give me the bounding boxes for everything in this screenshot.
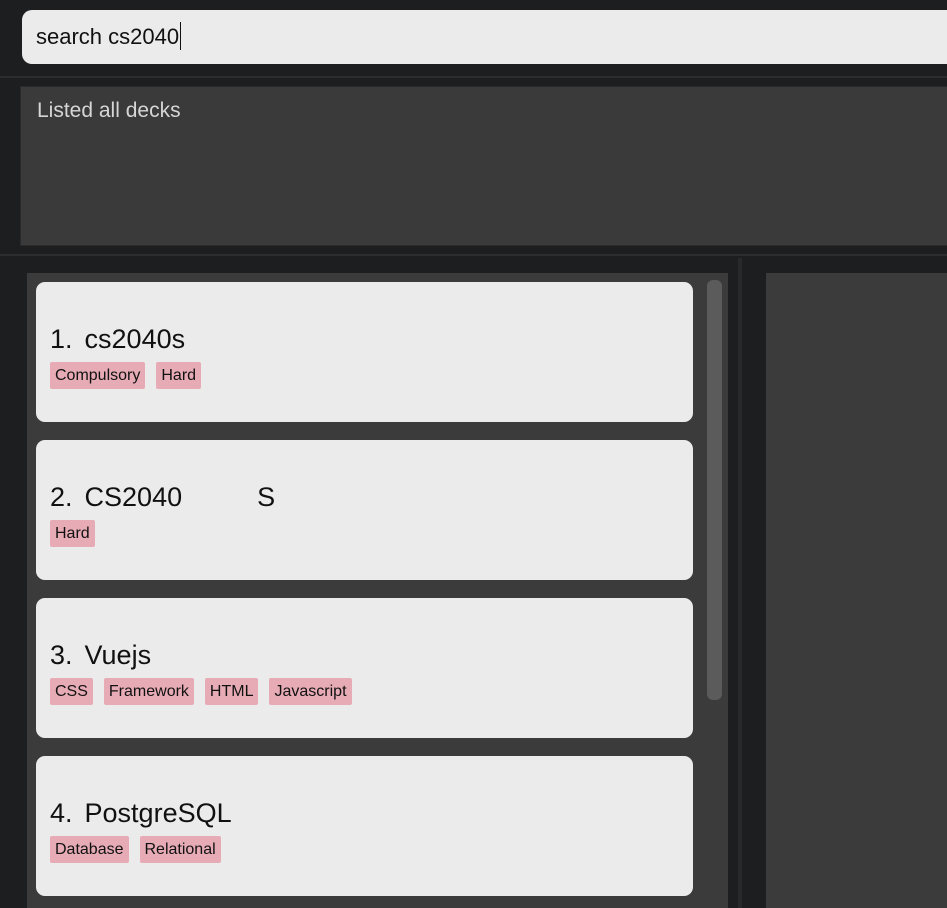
deck-index: 4. — [50, 798, 73, 828]
deck-tags: Hard — [50, 520, 95, 547]
tag-label: CSS — [50, 678, 93, 705]
separator-top — [0, 76, 947, 78]
text-caret — [180, 22, 182, 51]
deck-name: PostgreSQL — [84, 798, 232, 828]
tag-label: Hard — [50, 520, 95, 547]
command-input[interactable]: search cs2040 — [22, 10, 947, 64]
deck-title: 3. Vuejs — [50, 640, 151, 671]
result-message: Listed all decks — [37, 99, 181, 122]
deck-card[interactable]: 1. cs2040s Compulsory Hard — [36, 282, 693, 422]
deck-detail-panel — [766, 273, 947, 908]
command-input-text: search cs2040 — [36, 24, 180, 49]
scrollbar-thumb[interactable] — [707, 280, 722, 700]
deck-name: CS2040 S — [84, 482, 276, 512]
deck-tags: CSS Framework HTML Javascript — [50, 678, 352, 705]
command-bar: search cs2040 — [0, 0, 947, 76]
deck-card[interactable]: 4. PostgreSQL Database Relational — [36, 756, 693, 896]
tag-label: Javascript — [269, 678, 352, 705]
deck-index: 1. — [50, 324, 73, 354]
deck-index: 2. — [50, 482, 73, 512]
deck-tags: Compulsory Hard — [50, 362, 202, 389]
deck-index: 3. — [50, 640, 73, 670]
deck-tags: Database Relational — [50, 836, 221, 863]
result-display[interactable]: Listed all decks — [20, 86, 947, 246]
panel-divider[interactable] — [738, 258, 742, 908]
deck-card[interactable]: 2. CS2040 S Hard — [36, 440, 693, 580]
app-window: search cs2040 Listed all decks 1. cs2040s… — [0, 0, 947, 908]
deck-title: 4. PostgreSQL — [50, 798, 232, 829]
tag-label: HTML — [204, 678, 259, 705]
tag-label: Database — [50, 836, 129, 863]
deck-name: cs2040s — [84, 324, 186, 354]
tag-label: Relational — [139, 836, 221, 863]
deck-title: 1. cs2040s — [50, 324, 185, 355]
deck-card[interactable]: 3. Vuejs CSS Framework HTML Javascript — [36, 598, 693, 738]
tag-label: Compulsory — [50, 362, 146, 389]
deck-title: 2. CS2040 S — [50, 482, 275, 513]
tag-label: Hard — [156, 362, 202, 389]
deck-name: Vuejs — [84, 640, 152, 670]
tag-label: Framework — [103, 678, 194, 705]
separator-middle — [0, 254, 947, 256]
